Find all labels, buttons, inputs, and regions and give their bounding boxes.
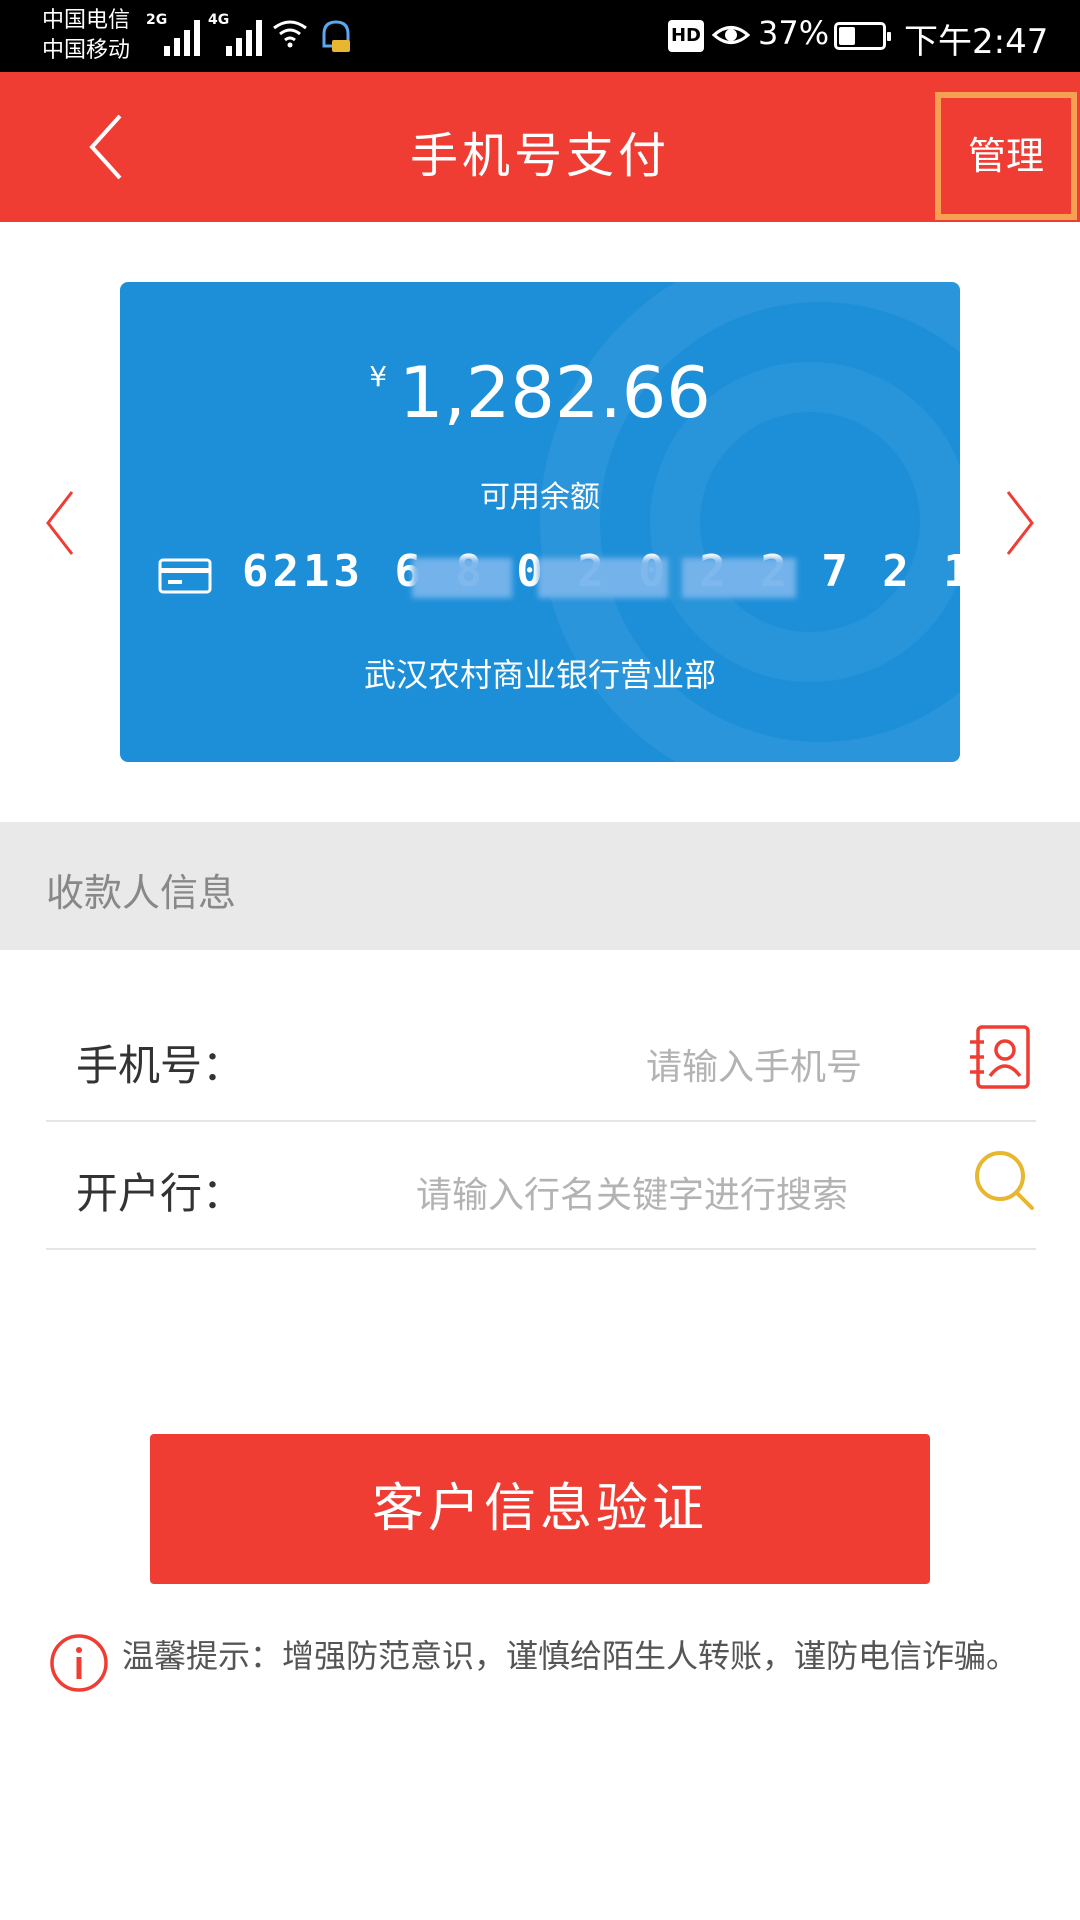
battery-fill [839, 27, 855, 45]
bank-row: 开户行： 请输入行名关键字进行搜索 [46, 1122, 1036, 1250]
signal-bars-icon [164, 20, 200, 56]
phone-label: 手机号： [76, 1041, 245, 1090]
info-icon [50, 1634, 108, 1692]
status-bar: 中国电信 中国移动 2G 4G HD 37% 下午2:47 [0, 0, 1080, 72]
card-number-mask [538, 558, 668, 598]
warning-tip: 温馨提示：增强防范意识，谨慎给陌生人转账，谨防电信诈骗。 [122, 1637, 1019, 1675]
balance-amount: ¥1,282.66 [120, 352, 960, 434]
currency-symbol: ¥ [369, 360, 388, 393]
notification-icon [322, 20, 350, 52]
app-header: 手机号支付 管理 [0, 72, 1080, 222]
credit-card-icon [158, 558, 212, 594]
balance-label: 可用余额 [480, 480, 600, 515]
battery-percent: 37% [758, 14, 830, 52]
previous-card-chevron-icon[interactable] [44, 488, 76, 558]
bank-branch-name: 武汉农村商业银行营业部 [363, 656, 716, 694]
verify-customer-button[interactable]: 客户信息验证 [150, 1434, 930, 1584]
bank-label: 开户行： [76, 1169, 245, 1218]
clock: 下午2:47 [904, 22, 1049, 62]
carrier-1: 中国电信 [42, 8, 131, 33]
battery-icon [834, 22, 891, 50]
search-icon[interactable] [972, 1148, 1038, 1214]
payee-section-header: 收款人信息 [0, 822, 1080, 950]
card-number-mask [412, 558, 512, 598]
contacts-book-icon[interactable] [968, 1024, 1032, 1090]
section-title: 收款人信息 [46, 871, 237, 915]
bank-search-input[interactable]: 请输入行名关键字进行搜索 [416, 1166, 848, 1218]
balance-value: 1,282.66 [399, 352, 711, 434]
carrier-2: 中国移动 [42, 38, 131, 63]
phone-row: 手机号： 请输入手机号 [46, 994, 1036, 1122]
bank-card[interactable]: ¥1,282.66 可用余额 6213 6 8 0 2 0 2 2 7 2 1 … [120, 282, 960, 762]
next-card-chevron-icon[interactable] [1004, 488, 1036, 558]
eye-comfort-icon [712, 26, 750, 44]
page-title: 手机号支付 [409, 128, 670, 184]
manage-button[interactable]: 管理 [935, 92, 1077, 220]
hd-badge: HD [668, 20, 704, 52]
phone-input[interactable]: 请输入手机号 [646, 1038, 862, 1090]
carrier-names: 中国电信 中国移动 [42, 6, 130, 66]
signal-bars-icon [226, 20, 262, 56]
wifi-icon [273, 20, 307, 48]
card-number-mask [682, 558, 796, 598]
